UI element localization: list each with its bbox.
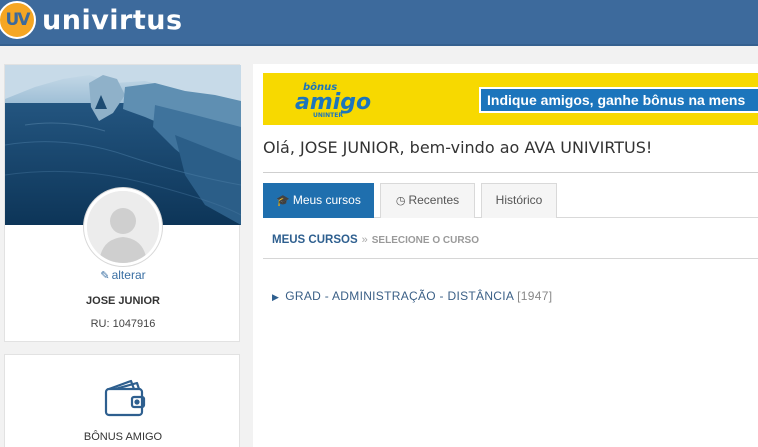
top-header: UV univirtus	[0, 0, 758, 46]
course-code: [1947]	[517, 289, 553, 303]
breadcrumb-main[interactable]: MEUS CURSOS	[272, 234, 358, 246]
brand-name: univirtus	[42, 4, 183, 36]
edit-icon: ✎	[100, 270, 110, 282]
bonus-amigo-card[interactable]: BÔNUS AMIGO	[4, 354, 240, 447]
welcome-message: Olá, JOSE JUNIOR, bem-vindo ao AVA UNIVI…	[263, 138, 653, 157]
tab-meus-cursos-label: Meus cursos	[292, 193, 361, 207]
course-name: GRAD - ADMINISTRAÇÃO - DISTÂNCIA	[285, 289, 514, 303]
breadcrumb-divider	[263, 258, 758, 259]
avatar[interactable]	[84, 188, 162, 266]
bonus-banner[interactable]: bônus amigo UNINTER Indique amigos, ganh…	[263, 73, 758, 125]
banner-logo-sub: UNINTER	[313, 112, 343, 119]
logo-mark: UV	[0, 1, 36, 39]
course-item[interactable]: ▶ GRAD - ADMINISTRAÇÃO - DISTÂNCIA [1947]	[272, 289, 552, 303]
divider	[263, 172, 758, 173]
profile-card: ✎ alterar JOSE JUNIOR RU: 1047916	[4, 64, 241, 342]
user-ru: RU: 1047916	[90, 318, 156, 330]
graduation-cap-icon: 🎓	[276, 195, 290, 207]
univirtus-logo[interactable]: UV univirtus	[0, 1, 183, 39]
breadcrumb: MEUS CURSOS» SELECIONE O CURSO	[272, 234, 479, 246]
tab-recentes-label: Recentes	[408, 193, 460, 207]
breadcrumb-separator: »	[361, 234, 368, 246]
caret-right-icon: ▶	[272, 292, 280, 302]
banner-text: Indique amigos, ganhe bônus na mens	[479, 87, 758, 113]
bonus-amigo-logo: bônus amigo UNINTER	[291, 79, 391, 119]
tab-meus-cursos[interactable]: 🎓 Meus cursos	[263, 183, 374, 218]
change-photo-link[interactable]: ✎ alterar	[5, 268, 241, 282]
wallet-icon	[101, 375, 149, 423]
breadcrumb-current: SELECIONE O CURSO	[371, 235, 479, 246]
change-photo-label: alterar	[111, 268, 146, 282]
tab-recentes[interactable]: ◷ Recentes	[380, 183, 475, 218]
user-name: JOSE JUNIOR	[86, 295, 160, 307]
tab-historico[interactable]: Histórico	[481, 183, 557, 218]
bonus-amigo-label: BÔNUS AMIGO	[83, 431, 163, 443]
tab-historico-label: Histórico	[495, 193, 543, 207]
clock-icon: ◷	[395, 195, 406, 207]
